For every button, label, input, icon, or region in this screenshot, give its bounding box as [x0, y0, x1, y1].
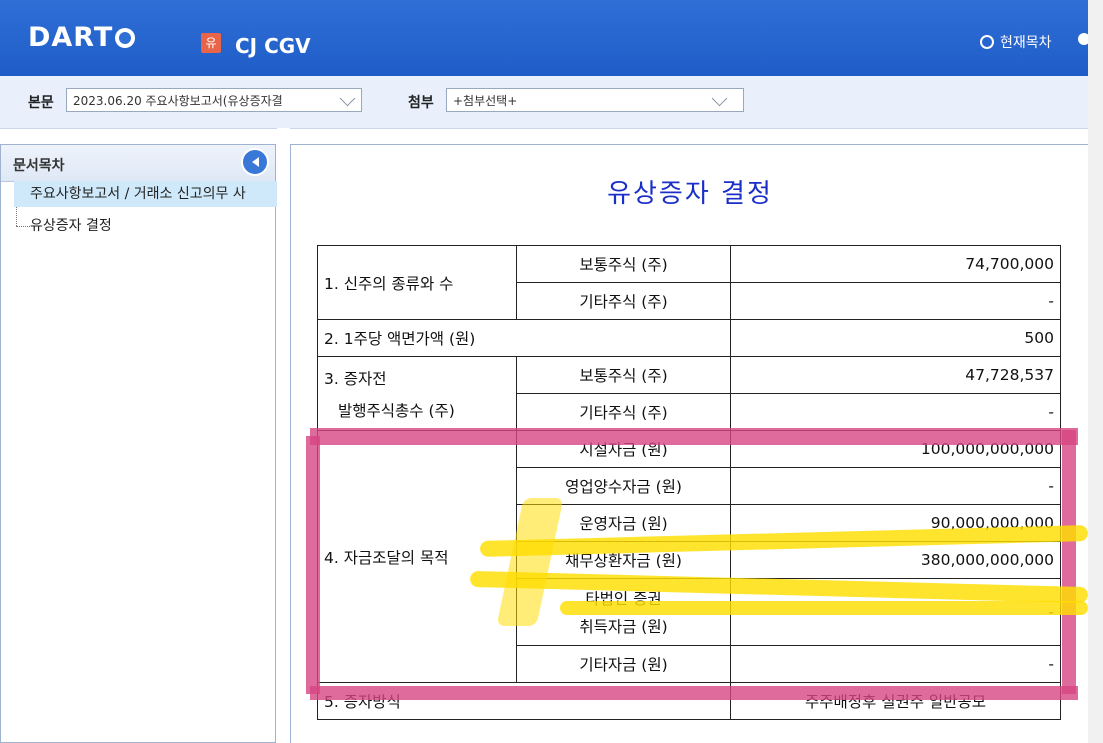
attachment-select[interactable]: +첨부선택+ [446, 88, 744, 112]
toc-header: 문서목차 [1, 145, 275, 182]
table-cell: 2. 1주당 액면가액 (원) [317, 319, 731, 357]
vertical-scrollbar[interactable] [1088, 0, 1103, 743]
table-cell: 3. 증자전 발행주식총수 (주) [317, 356, 517, 431]
top-header: DART 유 CJ CGV 현재목차 [0, 0, 1103, 76]
table-cell: 90,000,000,000 [730, 504, 1061, 542]
chevron-down-icon [711, 90, 728, 107]
main-doc-label: 본문 [28, 95, 54, 111]
table-row: 5. 증자방식 주주배정후 실권주 일반공모 [317, 682, 1061, 720]
dart-logo[interactable]: DART [28, 22, 136, 53]
table-cell: - [730, 393, 1061, 431]
table-cell: 74,700,000 [730, 245, 1061, 283]
table-cell: 보통주식 (주) [516, 245, 731, 283]
table-row: 1. 신주의 종류와 수 보통주식 (주) 74,700,000 [317, 245, 1061, 320]
table-cell: - [730, 645, 1061, 683]
table-cell: 시설자금 (원) [516, 430, 731, 468]
table-cell: 100,000,000,000 [730, 430, 1061, 468]
document-title: 유상증자 결정 [607, 179, 773, 209]
table-cell: 보통주식 (주) [516, 356, 731, 394]
disclosure-table: 1. 신주의 종류와 수 보통주식 (주) 74,700,000 기타주식 (주… [317, 245, 1061, 720]
table-cell: 기타주식 (주) [516, 393, 731, 431]
toc-item-rights-offering[interactable]: 유상증자 결정 [14, 213, 112, 239]
logo-mark-icon [115, 28, 136, 48]
table-row: 3. 증자전 발행주식총수 (주) 보통주식 (주) 47,728,537 [317, 356, 1061, 431]
attachment-label: 첨부 [408, 95, 434, 111]
table-cell: 1. 신주의 종류와 수 [317, 245, 517, 320]
toc-title: 문서목차 [13, 158, 65, 174]
table-cell: 47,728,537 [730, 356, 1061, 394]
document-viewer: 유상증자 결정 1. 신주의 종류와 수 보통주식 (주) 74,700,000… [290, 144, 1088, 743]
table-cell: - [730, 467, 1061, 505]
table-cell: 운영자금 (원) [516, 504, 731, 542]
splitter[interactable] [277, 128, 290, 743]
radio-icon [980, 35, 994, 49]
market-badge: 유 [201, 33, 221, 53]
table-cell: 500 [730, 319, 1061, 357]
cell-line: 타법인 증권 [585, 590, 662, 608]
toc-item-report[interactable]: 주요사항보고서 / 거래소 신고의무 사 [14, 181, 292, 207]
table-cell: 영업양수자금 (원) [516, 467, 731, 505]
collapse-sidebar-icon[interactable] [241, 148, 269, 176]
cell-line: 취득자금 (원) [579, 618, 668, 636]
table-cell: 채무상환자금 (원) [516, 541, 731, 579]
current-toc-radio[interactable]: 현재목차 [980, 32, 1052, 52]
table-cell: 주주배정후 실권주 일반공모 [730, 682, 1061, 720]
table-row: 4. 자금조달의 목적 시설자금 (원) 100,000,000,000 [317, 430, 1061, 683]
table-cell: 기타주식 (주) [516, 282, 731, 320]
table-cell: 5. 증자방식 [317, 682, 731, 720]
chevron-down-icon [339, 90, 356, 107]
table-cell: - [730, 282, 1061, 320]
table-cell: 기타자금 (원) [516, 645, 731, 683]
table-cell: 4. 자금조달의 목적 [317, 430, 517, 683]
cell-line: 3. 증자전 [324, 369, 387, 388]
company-name: CJ CGV [235, 34, 311, 58]
table-cell: 380,000,000,000 [730, 541, 1061, 579]
table-row: 2. 1주당 액면가액 (원) 500 [317, 319, 1061, 357]
table-cell: 타법인 증권 취득자금 (원) [516, 578, 731, 646]
table-cell: - [730, 578, 1061, 646]
cell-line: 발행주식총수 (주) [338, 401, 455, 420]
main-doc-select[interactable]: 2023.06.20 주요사항보고서(유상증자결 [66, 88, 362, 112]
